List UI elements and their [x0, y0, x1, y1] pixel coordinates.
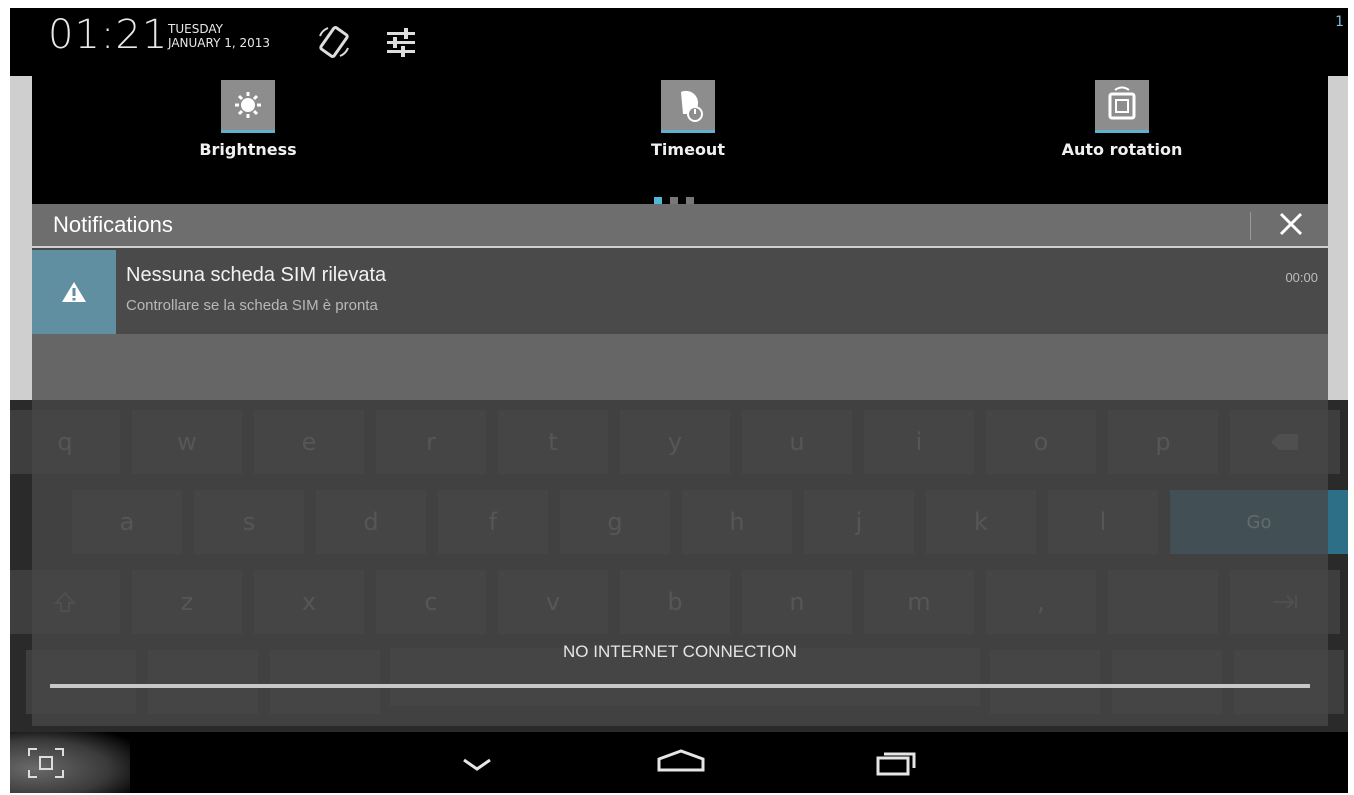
clock-day: TUESDAY	[168, 22, 223, 36]
close-icon	[1279, 212, 1303, 236]
quick-tile-timeout[interactable]: Timeout	[598, 80, 778, 190]
quick-tile-brightness[interactable]: Brightness	[158, 80, 338, 190]
notifications-header: Notifications	[32, 204, 1328, 246]
timeout-icon	[681, 90, 703, 122]
home-button[interactable]	[646, 744, 716, 784]
quick-tile-label: Brightness	[199, 140, 297, 159]
recent-apps-button[interactable]	[862, 744, 932, 784]
clock-time: 01:21	[48, 12, 169, 58]
notification-item[interactable]: Nessuna scheda SIM rilevata Controllare …	[32, 248, 1328, 334]
screenshot-icon	[28, 748, 64, 778]
screenshot-button[interactable]	[10, 732, 130, 793]
panel-drag-handle[interactable]	[50, 684, 1310, 688]
navigation-bar	[10, 732, 1348, 793]
notification-time: 00:00	[1285, 270, 1318, 285]
settings-sliders-icon[interactable]	[384, 26, 418, 58]
back-icon	[463, 758, 491, 771]
clear-notifications-button[interactable]	[1264, 206, 1320, 244]
timeout-tile-icon-box	[661, 80, 715, 133]
device-screen: q w e r t y u i o p a s d f g h j k l	[10, 8, 1348, 793]
recent-apps-icon	[876, 752, 916, 776]
brightness-tile-icon-box	[221, 80, 275, 133]
quick-tile-auto-rotation[interactable]: Auto rotation	[1032, 80, 1212, 190]
quick-settings-panel: Brightness Timeout Auto rotation	[32, 70, 1328, 205]
notifications-title: Notifications	[53, 212, 173, 237]
notification-icon-box	[32, 250, 116, 334]
notification-title: Nessuna scheda SIM rilevata	[126, 264, 387, 286]
warning-icon	[62, 282, 86, 302]
notification-subtitle: Controllare se la scheda SIM è pronta	[126, 297, 378, 314]
connection-status-message: NO INTERNET CONNECTION	[563, 642, 797, 661]
quick-tile-label: Auto rotation	[1061, 140, 1183, 159]
clock-date: JANUARY 1, 2013	[168, 36, 271, 50]
status-bar: 01:21 TUESDAY JANUARY 1, 2013 1	[10, 8, 1348, 76]
home-icon	[657, 749, 705, 772]
auto-rotation-tile-icon-box	[1095, 80, 1149, 133]
notification-panel-body: NO INTERNET CONNECTION	[32, 334, 1328, 726]
quick-tile-label: Timeout	[651, 140, 725, 159]
header-divider	[1250, 212, 1251, 240]
brightness-icon	[235, 92, 261, 118]
back-button[interactable]	[442, 744, 512, 784]
auto-rotation-icon	[1108, 86, 1136, 120]
rotate-lock-icon[interactable]	[316, 24, 352, 60]
status-indicator: 1	[1335, 14, 1344, 30]
